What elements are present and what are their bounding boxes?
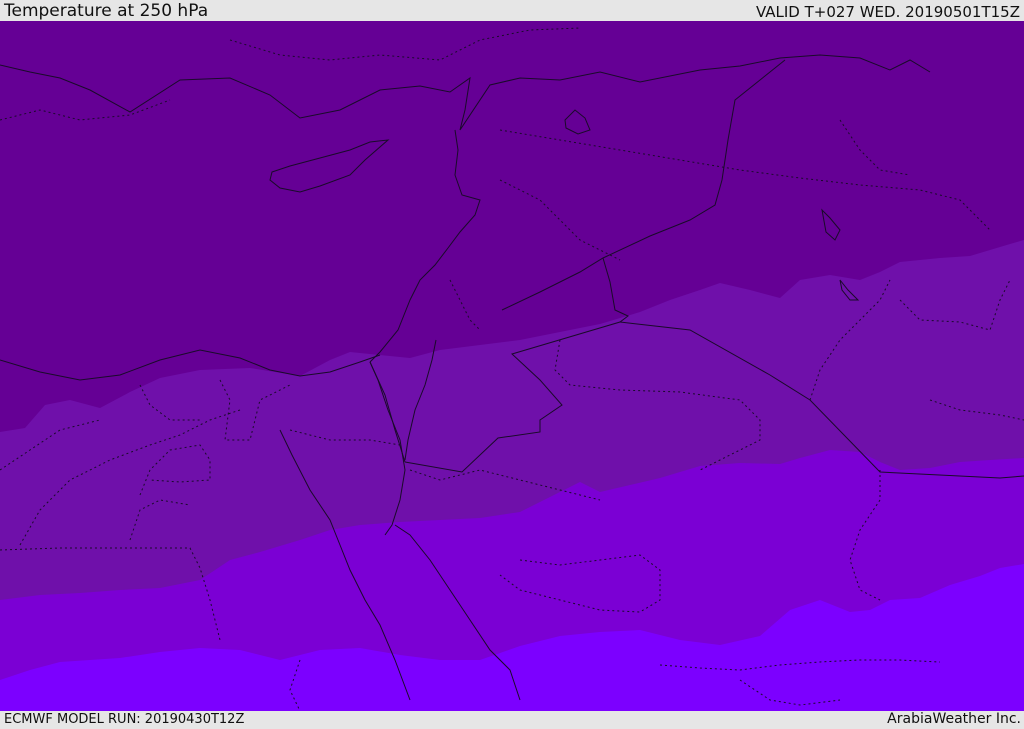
temperature-map (0, 21, 1024, 711)
figure-frame: Temperature at 250 hPa VALID T+027 WED. … (0, 0, 1024, 729)
map-title: Temperature at 250 hPa (4, 1, 209, 21)
brand-credit: ArabiaWeather Inc. (887, 711, 1021, 727)
valid-time: VALID T+027 WED. 20190501T15Z (755, 3, 1020, 21)
model-run: ECMWF MODEL RUN: 20190430T12Z (4, 712, 245, 727)
footer-bar: ECMWF MODEL RUN: 20190430T12Z ArabiaWeat… (0, 711, 1024, 729)
header-bar: Temperature at 250 hPa VALID T+027 WED. … (0, 0, 1024, 21)
